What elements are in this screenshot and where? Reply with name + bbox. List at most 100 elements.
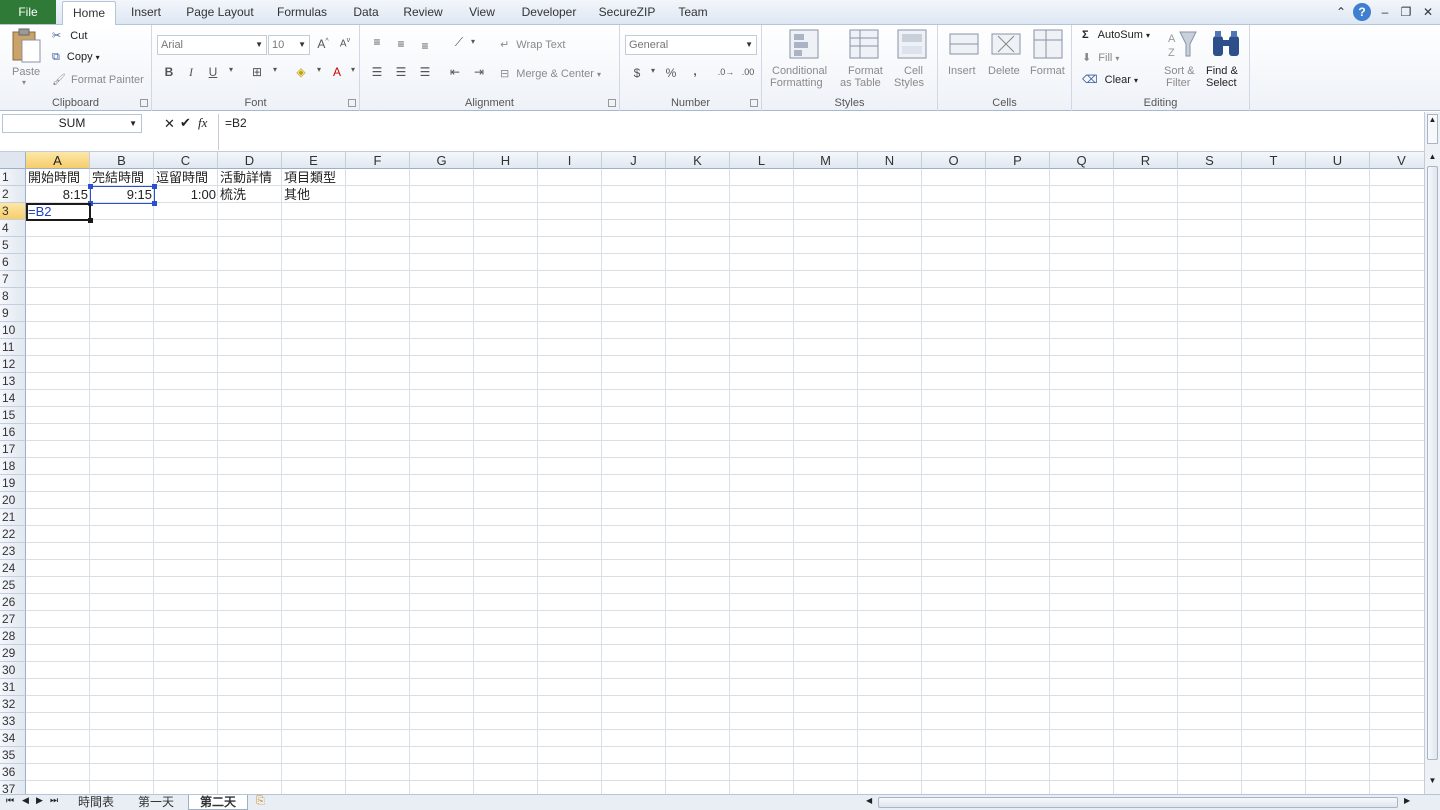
underline-chevron-icon[interactable]: ▾ bbox=[222, 65, 240, 74]
column-header-g[interactable]: G bbox=[410, 152, 474, 169]
row-header-35[interactable]: 35 bbox=[0, 747, 26, 764]
clear-button[interactable]: ⌫ Clear ▾ bbox=[1082, 73, 1138, 86]
column-header-c[interactable]: C bbox=[154, 152, 218, 169]
tab-page-layout[interactable]: Page Layout bbox=[182, 3, 258, 25]
select-all-corner[interactable] bbox=[0, 152, 26, 169]
collapse-ribbon-icon[interactable]: ⌃ bbox=[1332, 3, 1350, 21]
cut-button[interactable]: ✂ Cut bbox=[52, 29, 87, 42]
horizontal-scrollbar[interactable]: ◀ ▶ bbox=[856, 796, 1422, 809]
tab-insert[interactable]: Insert bbox=[124, 3, 168, 25]
row-header-27[interactable]: 27 bbox=[0, 611, 26, 628]
column-header-p[interactable]: P bbox=[986, 152, 1050, 169]
cell-d2[interactable]: 梳洗 bbox=[218, 186, 248, 203]
formula-input[interactable]: =B2 bbox=[218, 114, 1422, 150]
row-header-34[interactable]: 34 bbox=[0, 730, 26, 747]
cell-d1[interactable]: 活動詳情 bbox=[218, 169, 274, 186]
align-left-icon[interactable]: ☰ bbox=[368, 65, 386, 79]
column-header-u[interactable]: U bbox=[1306, 152, 1370, 169]
increase-decimal-icon[interactable]: .0→ bbox=[714, 67, 738, 77]
name-box[interactable]: SUM ▼ bbox=[2, 114, 142, 133]
row-header-33[interactable]: 33 bbox=[0, 713, 26, 730]
row-header-20[interactable]: 20 bbox=[0, 492, 26, 509]
column-header-v[interactable]: V bbox=[1370, 152, 1424, 169]
scroll-left-icon[interactable]: ◀ bbox=[866, 796, 872, 805]
grow-font-icon[interactable]: A^ bbox=[314, 37, 332, 51]
autosum-button[interactable]: Σ AutoSum ▾ bbox=[1082, 29, 1150, 41]
number-launcher-icon[interactable] bbox=[750, 99, 758, 107]
insert-cells-button[interactable]: Insert bbox=[944, 28, 984, 92]
row-header-19[interactable]: 19 bbox=[0, 475, 26, 492]
tab-file[interactable]: File bbox=[0, 0, 56, 24]
scroll-down-icon[interactable]: ▼ bbox=[1427, 776, 1438, 788]
copy-button[interactable]: ⧉ Copy ▾ bbox=[52, 51, 100, 64]
row-header-4[interactable]: 4 bbox=[0, 220, 26, 237]
insert-function-icon[interactable]: fx bbox=[198, 115, 207, 131]
cell-c2[interactable]: 1:00 bbox=[154, 186, 218, 203]
clipboard-launcher-icon[interactable] bbox=[140, 99, 148, 107]
row-header-5[interactable]: 5 bbox=[0, 237, 26, 254]
column-header-o[interactable]: O bbox=[922, 152, 986, 169]
cell-a1[interactable]: 開始時間 bbox=[26, 169, 82, 186]
font-name-select[interactable]: Arial ▼ bbox=[157, 35, 267, 55]
minimize-icon[interactable]: – bbox=[1376, 3, 1394, 21]
reference-handle-tl[interactable] bbox=[88, 184, 93, 189]
row-header-22[interactable]: 22 bbox=[0, 526, 26, 543]
row-header-18[interactable]: 18 bbox=[0, 458, 26, 475]
row-header-17[interactable]: 17 bbox=[0, 441, 26, 458]
column-header-i[interactable]: I bbox=[538, 152, 602, 169]
column-header-a[interactable]: A bbox=[26, 152, 90, 169]
row-header-15[interactable]: 15 bbox=[0, 407, 26, 424]
cell-e2[interactable]: 其他 bbox=[282, 186, 312, 203]
row-header-10[interactable]: 10 bbox=[0, 322, 26, 339]
percent-button[interactable]: % bbox=[662, 66, 680, 80]
font-launcher-icon[interactable] bbox=[348, 99, 356, 107]
tab-developer[interactable]: Developer bbox=[516, 3, 582, 25]
format-painter-button[interactable]: 🖌 Format Painter bbox=[52, 73, 144, 86]
borders-chevron-icon[interactable]: ▾ bbox=[266, 65, 284, 74]
borders-icon[interactable]: ⊞ bbox=[248, 65, 266, 79]
column-header-d[interactable]: D bbox=[218, 152, 282, 169]
sort-filter-button[interactable]: A Z Sort & Filter bbox=[1162, 28, 1204, 92]
align-bottom-icon[interactable]: ≡ bbox=[416, 39, 434, 53]
paste-button[interactable]: Paste ▾ bbox=[6, 28, 44, 88]
tab-securezip[interactable]: SecureZIP bbox=[596, 3, 658, 25]
vertical-scrollbar[interactable]: ▲ ▲ ▼ bbox=[1424, 112, 1440, 794]
find-select-button[interactable]: Find & Select bbox=[1204, 28, 1248, 92]
row-header-9[interactable]: 9 bbox=[0, 305, 26, 322]
cancel-icon[interactable]: ✕ bbox=[164, 116, 175, 132]
delete-cells-button[interactable]: Delete bbox=[986, 28, 1026, 92]
row-header-14[interactable]: 14 bbox=[0, 390, 26, 407]
column-header-e[interactable]: E bbox=[282, 152, 346, 169]
name-box-chevron-icon[interactable]: ▼ bbox=[129, 115, 137, 132]
wrap-text-button[interactable]: ↵ Wrap Text bbox=[500, 38, 565, 51]
row-header-8[interactable]: 8 bbox=[0, 288, 26, 305]
cell-b1[interactable]: 完結時間 bbox=[90, 169, 146, 186]
cell-e1[interactable]: 項目類型 bbox=[282, 169, 338, 186]
column-header-b[interactable]: B bbox=[90, 152, 154, 169]
help-icon[interactable]: ? bbox=[1353, 3, 1371, 21]
reference-handle-br[interactable] bbox=[152, 201, 157, 206]
row-header-23[interactable]: 23 bbox=[0, 543, 26, 560]
close-icon[interactable]: ✕ bbox=[1419, 3, 1437, 21]
comma-button[interactable]: , bbox=[686, 64, 704, 78]
cell-c1[interactable]: 逗留時間 bbox=[154, 169, 210, 186]
orientation-chevron-icon[interactable]: ▾ bbox=[464, 37, 482, 46]
tab-team[interactable]: Team bbox=[672, 3, 714, 25]
scroll-thumb[interactable] bbox=[1427, 166, 1438, 760]
spreadsheet-grid[interactable]: ABCDEFGHIJKLMNOPQRSTUV 1 2 3 4 5 6 7 8 9 10 11 12 13… bbox=[0, 152, 1424, 794]
italic-button[interactable]: I bbox=[182, 65, 200, 80]
format-cells-button[interactable]: Format bbox=[1028, 28, 1068, 92]
underline-button[interactable]: U bbox=[204, 65, 222, 79]
fill-color-chevron-icon[interactable]: ▾ bbox=[310, 65, 328, 74]
column-header-t[interactable]: T bbox=[1242, 152, 1306, 169]
merge-center-button[interactable]: ⊟ Merge & Center ▾ bbox=[500, 67, 601, 80]
row-header-37[interactable]: 37 bbox=[0, 781, 26, 794]
row-header-26[interactable]: 26 bbox=[0, 594, 26, 611]
column-header-j[interactable]: J bbox=[602, 152, 666, 169]
align-middle-icon[interactable]: ≡ bbox=[392, 37, 410, 51]
bold-button[interactable]: B bbox=[160, 65, 178, 79]
sheet-tab-day1[interactable]: 第一天 bbox=[128, 795, 184, 810]
align-center-icon[interactable]: ☰ bbox=[392, 65, 410, 79]
reference-handle-tr[interactable] bbox=[152, 184, 157, 189]
scroll-right-icon[interactable]: ▶ bbox=[1404, 796, 1410, 805]
